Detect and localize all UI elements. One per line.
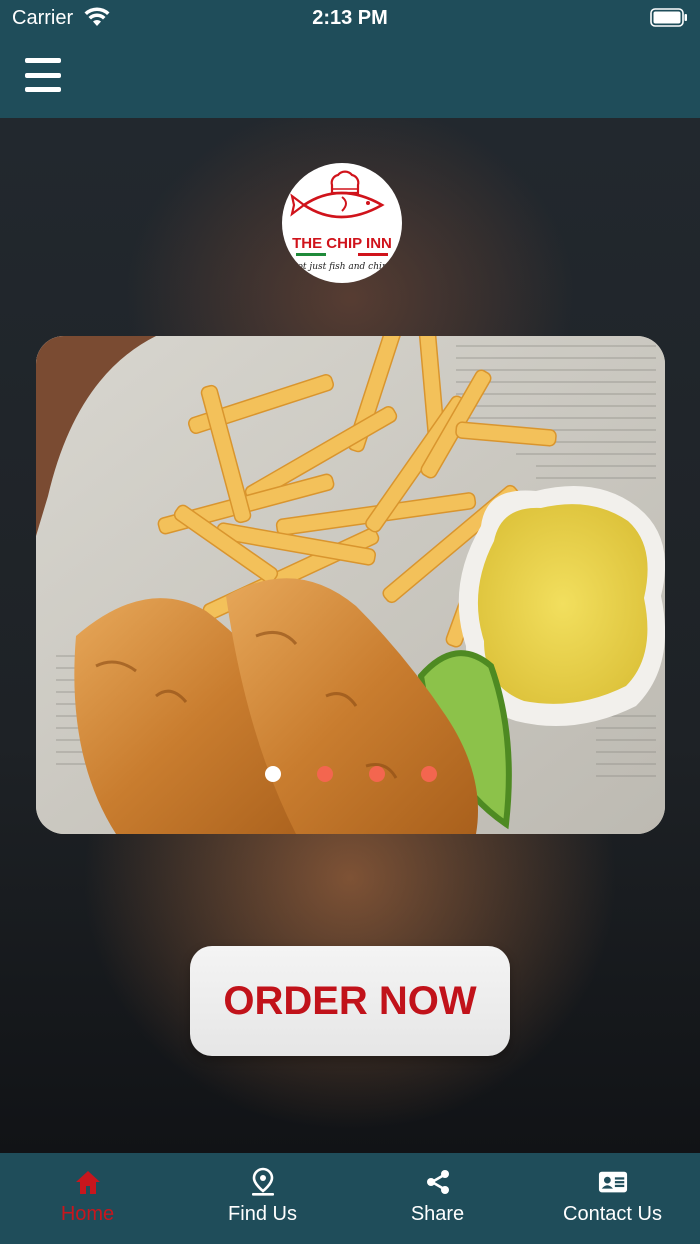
logo-image: THE CHIP INN not just fish and chips [290,170,393,272]
bottom-tab-bar: Home Find Us Share Contact Us [0,1153,700,1244]
tab-share[interactable]: Share [350,1153,525,1244]
tab-home[interactable]: Home [0,1153,175,1244]
tab-share-label: Share [410,1203,465,1225]
logo-brand-text: THE CHIP INN [292,235,392,252]
order-now-button[interactable]: ORDER NOW [190,946,510,1056]
tab-contact-us-label: Contact Us [563,1203,662,1225]
contact-card-icon [598,1167,628,1197]
battery-icon [650,8,687,27]
hamburger-menu-icon[interactable] [25,58,61,92]
carousel-dot-3[interactable] [369,766,385,782]
fish-and-chips-photo [36,336,665,834]
tab-home-label: Home [60,1203,115,1225]
top-bar: Carrier 2:13 PM [0,0,700,118]
food-carousel[interactable] [36,336,665,834]
carousel-pagination [0,766,700,784]
carousel-dot-2[interactable] [317,766,333,782]
map-pin-icon [248,1167,278,1197]
carousel-dot-4[interactable] [421,766,437,782]
tab-find-us[interactable]: Find Us [175,1153,350,1244]
home-icon [73,1167,103,1197]
clock: 2:13 PM [312,7,388,29]
brand-logo: THE CHIP INN not just fish and chips [282,163,402,283]
logo-tagline: not just fish and chips [292,262,393,272]
main-content: THE CHIP INN not just fish and chips ORD… [0,118,700,1153]
tab-contact-us[interactable]: Contact Us [525,1153,700,1244]
carousel-dot-1[interactable] [265,766,281,782]
share-icon [423,1167,453,1197]
status-bar: Carrier 2:13 PM [0,0,700,36]
tab-find-us-label: Find Us [228,1203,297,1225]
